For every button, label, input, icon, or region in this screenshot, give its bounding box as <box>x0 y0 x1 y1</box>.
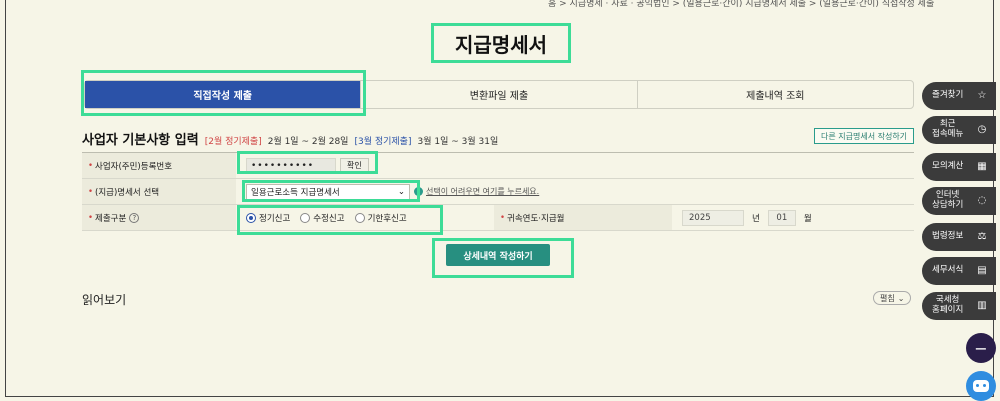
year-unit: 년 <box>752 213 760 224</box>
radio-late[interactable]: 기한후신고 <box>354 212 407 224</box>
period2-tag: [3월 정기제출] <box>354 137 412 147</box>
other-statement-button[interactable]: 다른 지급명세서 작성하기 <box>814 128 915 144</box>
law-icon: ⚖ <box>977 231 987 242</box>
reg-number-input[interactable]: •••••••••• <box>246 157 336 174</box>
basic-info-form: • 사업자(주민)등록번호 •••••••••• 확인 • (지급)명세서 선택 일… <box>82 152 914 231</box>
quick-tax-forms[interactable]: 세무서식 ▤ <box>922 257 996 285</box>
expand-button[interactable]: 펼침 ⌄ <box>873 291 912 305</box>
form-icon: ▤ <box>977 265 987 276</box>
hint-icon <box>414 187 423 196</box>
clock-icon: ◷ <box>977 124 987 135</box>
building-icon: ▥ <box>977 300 987 311</box>
quick-recent-menu[interactable]: 최근 접속메뉴 ◷ <box>922 116 996 144</box>
tab-direct-submit[interactable]: 직접작성 제출 <box>85 81 361 108</box>
quick-favorites[interactable]: 즐겨찾기 ☆ <box>922 82 996 110</box>
quick-simulation[interactable]: 모의계산 ▦ <box>922 153 996 181</box>
help-icon[interactable]: ? <box>129 212 140 223</box>
submit-type-radios: 정기신고 수정신고 기한후신고 <box>246 212 407 224</box>
quick-law-info[interactable]: 법령정보 ⚖ <box>922 223 996 251</box>
year-month-label: • 귀속연도·지급월 <box>494 205 672 230</box>
write-detail-button[interactable]: 상세내역 작성하기 <box>446 244 550 266</box>
chatbot-button[interactable] <box>966 371 996 401</box>
period1-text: 2월 1일 ~ 2월 28일 <box>267 137 349 147</box>
quick-nts-home[interactable]: 국세청 홈페이지 ▥ <box>922 292 996 320</box>
submit-type-label: • 제출구분 ? <box>82 205 236 230</box>
read-section-title: 읽어보기 <box>82 293 127 307</box>
tab-file-convert[interactable]: 변환파일 제출 <box>360 81 636 108</box>
year-input[interactable]: 2025 <box>682 209 744 226</box>
chevron-down-icon: ⌄ <box>897 293 905 303</box>
month-input[interactable]: 01 <box>767 209 796 226</box>
robot-icon <box>973 380 989 392</box>
form-row-submit: • 제출구분 ? 정기신고 수정신고 기한후신고 • 귀속연도·지급월 2025 년… <box>82 205 914 231</box>
collapse-menu-button[interactable]: − <box>966 333 996 363</box>
month-unit: 월 <box>803 213 812 224</box>
reg-label: • 사업자(주민)등록번호 <box>82 153 236 178</box>
breadcrumb: 홈 > 지급명세 · 자료 · 공익법인 > (일용근로·간이) 지급명세서 제… <box>548 0 935 9</box>
selection-help-link[interactable]: 선택이 어려우면 여기를 누르세요. <box>426 186 539 197</box>
period1-tag: [2월 정기제출] <box>204 137 262 147</box>
tab-submission-history[interactable]: 제출내역 조회 <box>636 81 913 108</box>
tab-bar: 직접작성 제출 변환파일 제출 제출내역 조회 <box>84 80 914 109</box>
statement-type-select[interactable]: 일용근로소득 지급명세서 ⌄ <box>246 183 410 200</box>
star-icon: ☆ <box>977 90 987 101</box>
radio-regular[interactable]: 정기신고 <box>246 212 290 224</box>
form-row-reg: • 사업자(주민)등록번호 •••••••••• 확인 <box>82 153 914 179</box>
quick-consult[interactable]: 인터넷 상담하기 ◌ <box>922 187 996 215</box>
period2-text: 3월 1일 ~ 3월 31일 <box>417 137 499 147</box>
radio-amended[interactable]: 수정신고 <box>300 212 345 224</box>
page-title: 지급명세서 <box>455 32 547 57</box>
type-label: • (지급)명세서 선택 <box>82 179 236 204</box>
chat-icon: ◌ <box>977 195 987 206</box>
section-title: 사업자 기본사항 입력 <box>82 133 199 148</box>
confirm-button[interactable]: 확인 <box>340 157 369 174</box>
chevron-down-icon: ⌄ <box>397 186 405 197</box>
page-title-box: 지급명세서 <box>431 23 571 63</box>
section-header: 사업자 기본사항 입력 [2월 정기제출] 2월 1일 ~ 2월 28일 [3월… <box>82 129 498 148</box>
calculator-icon: ▦ <box>977 161 987 172</box>
form-row-type: • (지급)명세서 선택 일용근로소득 지급명세서 ⌄ 선택이 어려우면 여기를 누… <box>82 179 914 205</box>
